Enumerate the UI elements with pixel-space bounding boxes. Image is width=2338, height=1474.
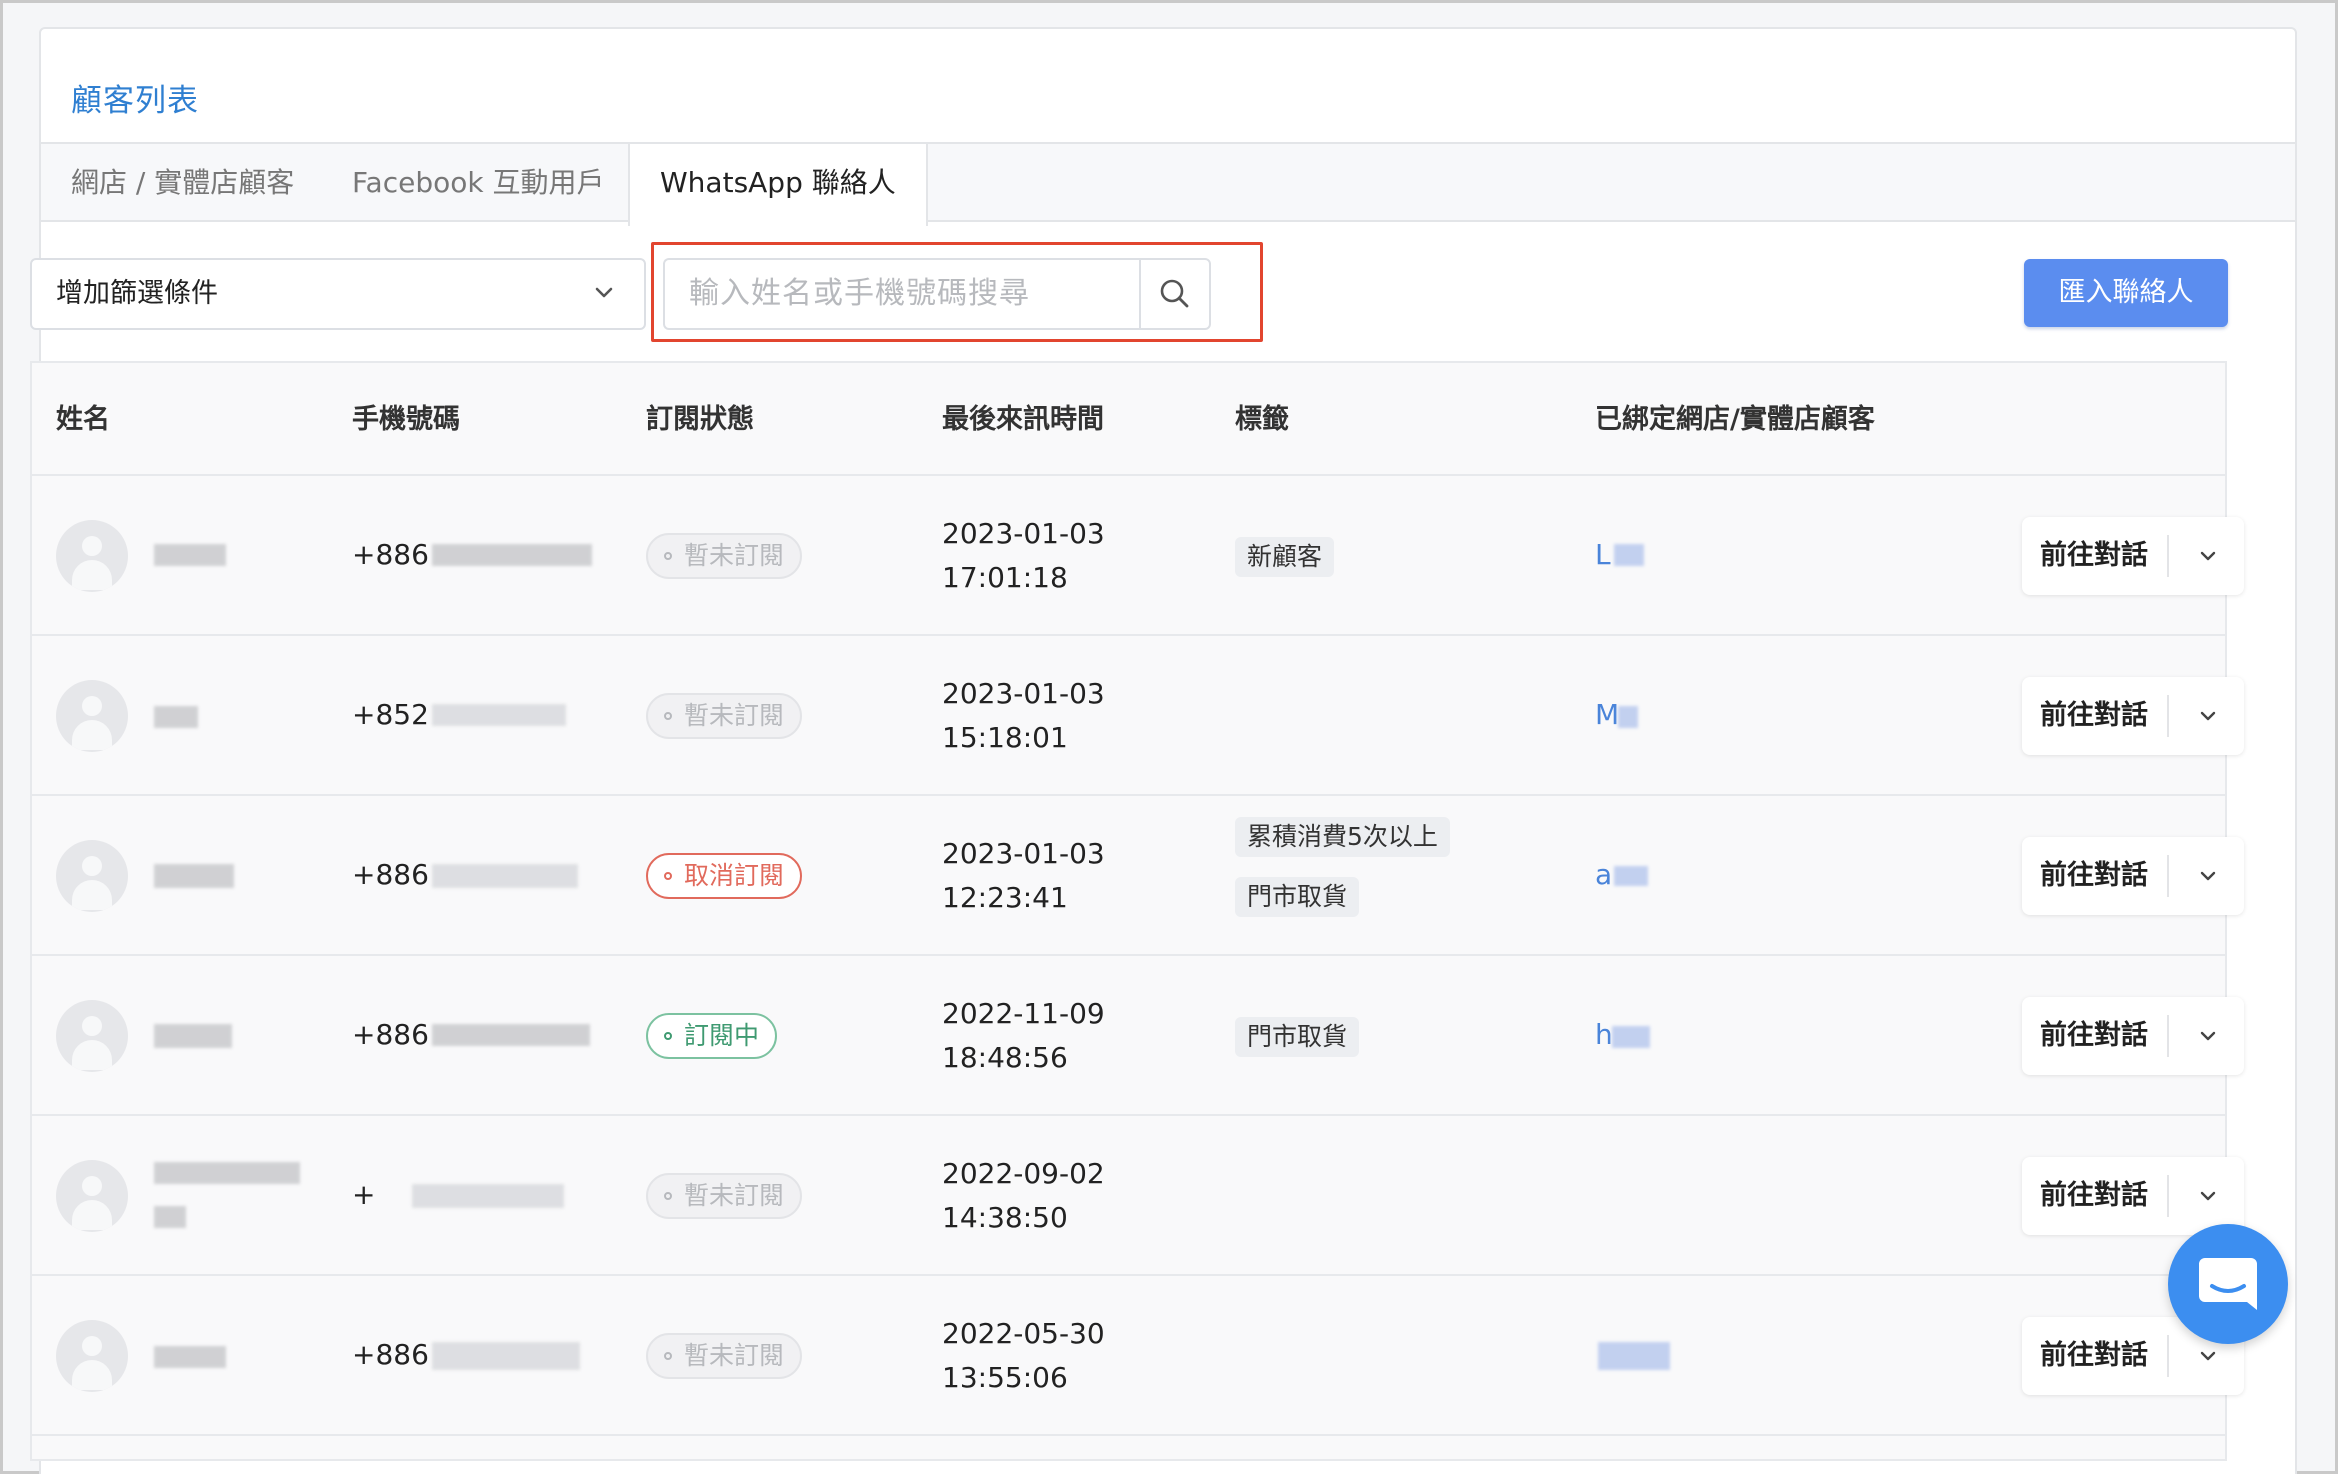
phone-prefix: +886 [352,1018,429,1051]
table-row: +852 暫未訂閱 2023-01-03 15:18:01 M 前往對話 [32,636,2244,796]
row-action-group: 前往對話 [2022,837,2244,915]
status-badge: 暫未訂閱 [646,693,803,739]
redacted-phone [432,704,566,726]
last-message-time: 2023-01-03 17:01:18 [942,517,1105,594]
redacted-name [154,706,198,728]
go-to-chat-button[interactable]: 前往對話 [2040,1317,2148,1395]
status-badge: 暫未訂閱 [646,1333,803,1379]
header-bound-customer: 已綁定網店/實體店顧客 [1595,404,1875,435]
chevron-down-icon[interactable] [2190,997,2226,1075]
page-title: 顧客列表 [71,83,199,119]
phone-prefix: +852 [352,698,429,731]
last-message-time: 2022-05-30 13:55:06 [942,1317,1105,1394]
search-input[interactable]: 輸入姓名或手機號碼搜尋 [663,258,1141,330]
status-badge: 訂閱中 [646,1013,778,1059]
redacted-name [154,1346,226,1368]
search-icon [1141,279,1209,332]
contacts-table: 姓名 手機號碼 訂閱狀態 最後來訊時間 標籤 已綁定網店/實體店顧客 +886 … [30,361,2244,1461]
go-to-chat-button[interactable]: 前往對話 [2040,517,2148,595]
tag-badge: 門市取貨 [1235,1017,1360,1057]
redacted-phone [412,1184,564,1208]
redacted-name [154,544,226,566]
go-to-chat-button[interactable]: 前往對話 [2040,837,2148,915]
row-action-group: 前往對話 [2022,997,2244,1075]
header-name: 姓名 [56,404,110,435]
chat-bubble-icon [2168,1258,2288,1348]
redacted-phone [432,544,592,566]
add-filter-select[interactable]: 增加篩選條件 [30,258,646,330]
chevron-down-icon [594,260,614,328]
row-action-group: 前往對話 [2022,517,2244,595]
chat-launcher-button[interactable] [2168,1224,2288,1344]
tag-badge: 門市取貨 [1235,877,1360,917]
redacted-phone [432,1024,590,1046]
redacted-bound [1618,706,1638,728]
search-placeholder: 輸入姓名或手機號碼搜尋 [689,276,1030,311]
status-badge: 取消訂閱 [646,853,803,899]
phone-prefix: +886 [352,538,429,571]
user-placeholder-icon [56,1000,128,1072]
chevron-down-icon[interactable] [2190,517,2226,595]
tab-facebook-users[interactable]: Facebook 互動用戶 [352,144,604,224]
header-tags: 標籤 [1235,404,1289,435]
last-message-time: 2023-01-03 15:18:01 [942,677,1105,754]
phone-prefix: +886 [352,858,429,891]
bound-customer-link[interactable]: L [1595,538,1611,571]
user-placeholder-icon [56,680,128,752]
redacted-name [154,1024,232,1048]
user-placeholder-icon [56,840,128,912]
redacted-bound [1598,1342,1670,1370]
redacted-bound [1612,1026,1650,1048]
status-badge: 暫未訂閱 [646,533,803,579]
header-phone: 手機號碼 [352,404,460,435]
last-message-time: 2022-11-09 18:48:56 [942,997,1105,1074]
user-placeholder-icon [56,1320,128,1392]
redacted-name [154,1162,300,1184]
go-to-chat-button[interactable]: 前往對話 [2040,997,2148,1075]
redacted-phone [432,1342,580,1370]
table-row: +886 訂閱中 2022-11-09 18:48:56 門市取貨 h 前往對話 [32,956,2244,1116]
table-row: + 暫未訂閱 2022-09-02 14:38:50 前往對話 [32,1116,2244,1276]
header-last-message-time: 最後來訊時間 [942,404,1104,435]
filter-select-label: 增加篩選條件 [56,278,218,309]
table-row: +886 暫未訂閱 2023-01-03 17:01:18 新顧客 L 前往對話 [32,476,2244,636]
tag-badge: 新顧客 [1235,537,1335,577]
phone-prefix: +886 [352,1338,429,1371]
redacted-bound [1614,866,1648,886]
phone-prefix: + [352,1178,376,1211]
tag-badge: 累積消費5次以上 [1235,817,1450,857]
chevron-down-icon[interactable] [2190,837,2226,915]
status-badge: 暫未訂閱 [646,1173,803,1219]
chevron-down-icon[interactable] [2190,677,2226,755]
tab-whatsapp-contacts[interactable]: WhatsApp 聯絡人 [628,144,928,226]
user-placeholder-icon [56,520,128,592]
redacted-phone [432,864,578,888]
table-row: +886 暫未訂閱 2022-05-30 13:55:06 前往對話 [32,1276,2244,1436]
last-message-time: 2022-09-02 14:38:50 [942,1157,1105,1234]
redacted-bound [1614,544,1644,566]
row-action-group: 前往對話 [2022,677,2244,755]
redacted-name [154,1206,186,1228]
table-row: +886 取消訂閱 2023-01-03 12:23:41 累積消費5次以上 門市… [32,796,2244,956]
bound-customer-link[interactable]: M [1595,698,1619,731]
user-placeholder-icon [56,1160,128,1232]
redacted-name [154,864,234,888]
last-message-time: 2023-01-03 12:23:41 [942,837,1105,914]
header-subscription: 訂閱狀態 [646,404,754,435]
table-header: 姓名 手機號碼 訂閱狀態 最後來訊時間 標籤 已綁定網店/實體店顧客 [32,363,2225,476]
tab-bar: 網店 / 實體店顧客 Facebook 互動用戶 WhatsApp 聯絡人 [41,142,2295,226]
import-contacts-button[interactable]: 匯入聯絡人 [2024,259,2228,327]
go-to-chat-button[interactable]: 前往對話 [2040,677,2148,755]
bound-customer-link[interactable]: h [1595,1018,1613,1051]
go-to-chat-button[interactable]: 前往對話 [2040,1157,2148,1235]
bound-customer-link[interactable]: a [1595,858,1612,891]
search-button[interactable] [1139,258,1211,330]
tab-store-customers[interactable]: 網店 / 實體店顧客 [71,144,294,224]
